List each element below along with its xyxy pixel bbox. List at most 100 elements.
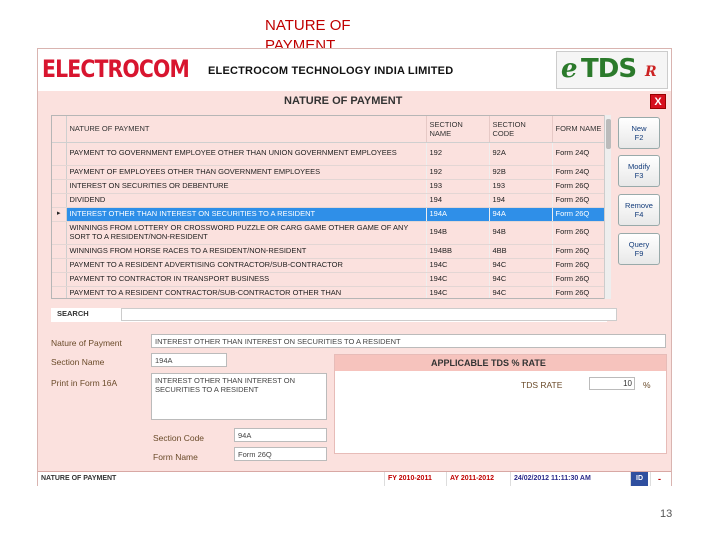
cell-section-code: 194 bbox=[489, 193, 553, 208]
nature-of-payment-label: Nature of Payment bbox=[51, 338, 122, 348]
tds-percent-sign: % bbox=[643, 380, 651, 390]
search-label: SEARCH bbox=[57, 309, 89, 318]
modify-button-label: Modify bbox=[627, 162, 651, 171]
row-selector[interactable] bbox=[52, 179, 67, 194]
cell-section-name: 194C bbox=[426, 272, 490, 287]
row-selector[interactable] bbox=[52, 286, 67, 298]
cell-form-name: Form 26Q bbox=[552, 286, 606, 298]
modify-button-key: F3 bbox=[634, 171, 644, 180]
etds-logo: e TDS R bbox=[556, 51, 668, 89]
table-row[interactable]: DIVIDEND 194 194 Form 26Q bbox=[52, 193, 606, 208]
print-in-form-16a-field[interactable]: INTEREST OTHER THAN INTEREST ON SECURITI… bbox=[151, 373, 327, 420]
remove-button[interactable]: Remove F4 bbox=[618, 194, 660, 226]
cell-section-code: 94A bbox=[489, 207, 553, 222]
cell-form-name: Form 26Q bbox=[552, 221, 606, 245]
tds-rate-field[interactable]: 10 bbox=[589, 377, 635, 390]
cell-section-name: 192 bbox=[426, 142, 490, 166]
row-selector[interactable] bbox=[52, 272, 67, 287]
form-name-label: Form Name bbox=[153, 452, 198, 462]
etds-logo-e: e bbox=[561, 54, 578, 84]
grid-scrollbar[interactable] bbox=[604, 115, 611, 299]
cell-nature: WINNINGS FROM HORSE RACES TO A RESIDENT/… bbox=[66, 244, 427, 259]
cell-section-name: 194A bbox=[426, 207, 490, 222]
tds-rate-panel: APPLICABLE TDS % RATE TDS RATE 10 % bbox=[334, 354, 667, 454]
electrocom-logo-text: ELECTROCOM bbox=[42, 55, 190, 83]
section-code-label: Section Code bbox=[153, 433, 205, 443]
nature-of-payment-field[interactable]: INTEREST OTHER THAN INTEREST ON SECURITI… bbox=[151, 334, 666, 348]
cell-section-code: 92B bbox=[489, 165, 553, 180]
section-name-field[interactable]: 194A bbox=[151, 353, 227, 367]
cell-section-code: 94C bbox=[489, 286, 553, 298]
dialog-title: NATURE OF PAYMENT bbox=[284, 95, 403, 107]
cell-nature: DIVIDEND bbox=[66, 193, 427, 208]
cell-section-code: 4BB bbox=[489, 244, 553, 259]
column-header-nature[interactable]: NATURE OF PAYMENT bbox=[66, 116, 427, 143]
cell-nature: PAYMENT TO CONTRACTOR IN TRANSPORT BUSIN… bbox=[66, 272, 427, 287]
cell-section-name: 193 bbox=[426, 179, 490, 194]
table-row[interactable]: WINNINGS FROM HORSE RACES TO A RESIDENT/… bbox=[52, 244, 606, 259]
row-selector[interactable] bbox=[52, 165, 67, 180]
row-selector[interactable] bbox=[52, 221, 67, 245]
cell-nature: PAYMENT TO GOVERNMENT EMPLOYEE OTHER THA… bbox=[66, 142, 427, 166]
table-row[interactable]: INTEREST ON SECURITIES OR DEBENTURE 193 … bbox=[52, 179, 606, 194]
modify-button[interactable]: Modify F3 bbox=[618, 155, 660, 187]
search-input[interactable] bbox=[121, 308, 617, 321]
cell-nature: PAYMENT TO A RESIDENT CONTRACTOR/SUB-CON… bbox=[66, 286, 427, 298]
etds-logo-tds: TDS bbox=[581, 54, 637, 84]
status-id-badge[interactable]: ID bbox=[630, 472, 648, 486]
status-datetime: 24/02/2012 11:11:30 AM bbox=[510, 472, 628, 486]
row-selector[interactable] bbox=[52, 258, 67, 273]
row-selector[interactable] bbox=[52, 193, 67, 208]
cell-nature: PAYMENT TO A RESIDENT ADVERTISING CONTRA… bbox=[66, 258, 427, 273]
minimize-icon[interactable]: - bbox=[650, 472, 668, 486]
query-button[interactable]: Query F9 bbox=[618, 233, 660, 265]
cell-section-code: 94C bbox=[489, 258, 553, 273]
column-header-form-name[interactable]: FORM NAME bbox=[552, 116, 606, 143]
row-selector-header bbox=[52, 116, 67, 143]
table-row[interactable]: PAYMENT TO A RESIDENT CONTRACTOR/SUB-CON… bbox=[52, 286, 606, 298]
section-code-field[interactable]: 94A bbox=[234, 428, 327, 442]
column-header-section-name[interactable]: SECTION NAME bbox=[426, 116, 490, 143]
section-name-label: Section Name bbox=[51, 357, 105, 367]
cell-nature: PAYMENT OF EMPLOYEES OTHER THAN GOVERNME… bbox=[66, 165, 427, 180]
column-header-section-code[interactable]: SECTION CODE bbox=[489, 116, 553, 143]
cell-nature: WINNINGS FROM LOTTERY OR CROSSWORD PUZZL… bbox=[66, 221, 427, 245]
status-assessment-year: AY 2011-2012 bbox=[446, 472, 510, 486]
query-button-label: Query bbox=[628, 240, 650, 249]
table-row-selected[interactable]: ▸ INTEREST OTHER THAN INTEREST ON SECURI… bbox=[52, 207, 606, 222]
cell-section-name: 194B bbox=[426, 221, 490, 245]
tds-rate-heading: APPLICABLE TDS % RATE bbox=[335, 355, 666, 371]
row-selector[interactable] bbox=[52, 244, 67, 259]
cell-nature: INTEREST OTHER THAN INTEREST ON SECURITI… bbox=[66, 207, 427, 222]
scrollbar-thumb[interactable] bbox=[606, 119, 611, 149]
query-button-key: F9 bbox=[634, 249, 644, 258]
form-name-field[interactable]: Form 26Q bbox=[234, 447, 327, 461]
cell-form-name: Form 24Q bbox=[552, 165, 606, 180]
new-button[interactable]: New F2 bbox=[618, 117, 660, 149]
table-row[interactable]: PAYMENT TO A RESIDENT ADVERTISING CONTRA… bbox=[52, 258, 606, 273]
table-row[interactable]: PAYMENT OF EMPLOYEES OTHER THAN GOVERNME… bbox=[52, 165, 606, 180]
cell-section-name: 192 bbox=[426, 165, 490, 180]
table-row[interactable]: WINNINGS FROM LOTTERY OR CROSSWORD PUZZL… bbox=[52, 221, 606, 245]
row-selector[interactable] bbox=[52, 142, 67, 166]
row-indicator-icon[interactable]: ▸ bbox=[52, 207, 67, 222]
cell-form-name: Form 26Q bbox=[552, 193, 606, 208]
close-button[interactable]: X bbox=[650, 94, 666, 109]
new-button-label: New bbox=[631, 124, 647, 133]
print-in-form-16a-label: Print in Form 16A bbox=[51, 378, 118, 388]
cell-section-code: 92A bbox=[489, 142, 553, 166]
status-screen-name: NATURE OF PAYMENT bbox=[41, 475, 117, 482]
cell-section-name: 194C bbox=[426, 258, 490, 273]
payment-grid[interactable]: NATURE OF PAYMENT SECTION NAME SECTION C… bbox=[51, 115, 611, 299]
remove-button-label: Remove bbox=[625, 201, 653, 210]
tds-rate-label: TDS RATE bbox=[521, 380, 563, 390]
company-name: ELECTROCOM TECHNOLOGY INDIA LIMITED bbox=[208, 65, 454, 77]
cell-section-code: 94C bbox=[489, 272, 553, 287]
cell-form-name: Form 26Q bbox=[552, 258, 606, 273]
table-row[interactable]: PAYMENT TO GOVERNMENT EMPLOYEE OTHER THA… bbox=[52, 142, 606, 166]
table-row[interactable]: PAYMENT TO CONTRACTOR IN TRANSPORT BUSIN… bbox=[52, 272, 606, 287]
status-bar: NATURE OF PAYMENT FY 2010-2011 AY 2011-2… bbox=[38, 471, 671, 486]
cell-section-code: 193 bbox=[489, 179, 553, 194]
page-number: 13 bbox=[660, 508, 673, 520]
app-header: ELECTROCOM ELECTROCOM TECHNOLOGY INDIA L… bbox=[38, 49, 671, 91]
